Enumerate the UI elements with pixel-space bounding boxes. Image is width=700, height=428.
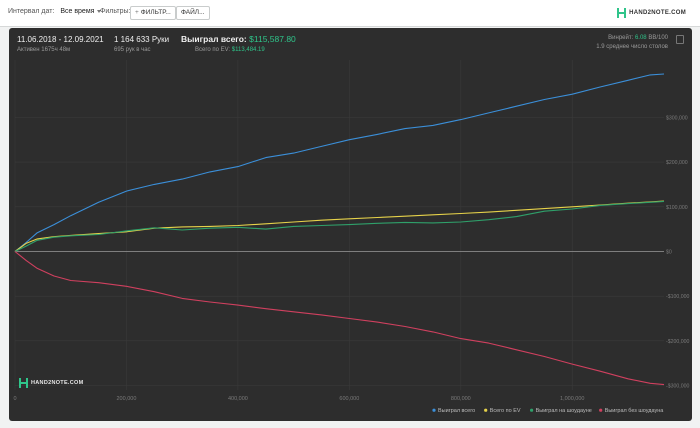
series-line bbox=[14, 251, 665, 386]
graph-panel: 11.06.2018 - 12.09.2021 Активен 1675ч 48… bbox=[9, 28, 692, 421]
y-tick-label: $200,000 bbox=[666, 160, 688, 166]
legend-marker bbox=[599, 408, 603, 412]
hand2note-logo-icon bbox=[617, 8, 627, 18]
filter-button-label: ФИЛЬТР... bbox=[140, 9, 171, 16]
x-tick-label: 200,000 bbox=[117, 396, 137, 402]
legend-marker bbox=[484, 408, 488, 412]
logo: HAND2NOTE.COM bbox=[617, 7, 686, 19]
interval-value: Все время bbox=[60, 8, 95, 15]
interval-label: Интервал дат: bbox=[8, 8, 55, 15]
file-button-label: ФАЙЛ... bbox=[181, 9, 205, 16]
y-tick-label: $100,000 bbox=[666, 205, 688, 211]
legend-label: Выиграл всего bbox=[438, 408, 475, 414]
y-tick-label: -$200,000 bbox=[666, 339, 689, 345]
watermark-text: HAND2NOTE.COM bbox=[31, 380, 84, 386]
bankroll-chart: 0 200,000 400,000 600,000 800,000 1,000,000 $3… bbox=[13, 60, 689, 414]
plus-icon: + bbox=[135, 9, 139, 16]
file-button[interactable]: ФАЙЛ... bbox=[176, 6, 210, 20]
legend-marker bbox=[530, 408, 534, 412]
filter-button[interactable]: + ФИЛЬТР... bbox=[130, 6, 176, 20]
watermark-logo: HAND2NOTE.COM bbox=[19, 378, 83, 388]
y-tick-label: -$300,000 bbox=[666, 384, 689, 390]
filters-label: Фильтры: bbox=[100, 8, 131, 15]
y-tick-label: $300,000 bbox=[666, 115, 688, 121]
x-tick-label: 400,000 bbox=[228, 396, 248, 402]
legend-marker bbox=[432, 408, 436, 412]
toolbar: Интервал дат: Все время Фильтры: + ФИЛЬТР… bbox=[0, 0, 700, 27]
legend-label: Выиграл без шоудауна bbox=[605, 408, 665, 414]
interval-selector[interactable]: Интервал дат: Все время bbox=[8, 8, 102, 15]
series-line bbox=[14, 200, 665, 252]
x-tick-label: 600,000 bbox=[339, 396, 359, 402]
hand2note-logo-icon bbox=[19, 378, 28, 388]
x-tick-label: 0 bbox=[13, 396, 16, 402]
y-tick-label: $0 bbox=[666, 249, 672, 255]
x-tick-label: 800,000 bbox=[451, 396, 471, 402]
x-tick-label: 1,000,000 bbox=[560, 396, 584, 402]
logo-text: HAND2NOTE.COM bbox=[629, 10, 686, 16]
legend-label: Выиграл на шоудауне bbox=[536, 408, 592, 414]
y-tick-label: -$100,000 bbox=[666, 294, 689, 300]
legend-label: Всего по EV bbox=[490, 408, 521, 414]
series-line bbox=[14, 200, 665, 252]
